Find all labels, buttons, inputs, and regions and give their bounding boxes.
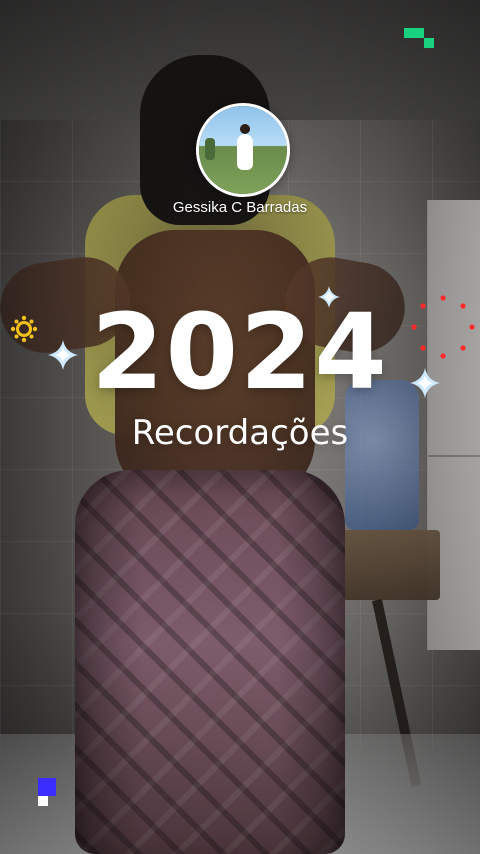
avatar[interactable] <box>196 103 290 197</box>
avatar-photo-person <box>237 134 253 170</box>
pixel-blocks-icon <box>36 778 56 808</box>
avatar-photo-tree <box>205 138 215 160</box>
memories-year: 2024 <box>91 291 389 413</box>
pixel-blocks-icon <box>404 28 440 50</box>
profile-name[interactable]: Gessika C Barradas <box>0 199 480 216</box>
avatar-photo-person-head <box>240 124 250 134</box>
memories-subtitle: Recordações <box>131 413 349 453</box>
